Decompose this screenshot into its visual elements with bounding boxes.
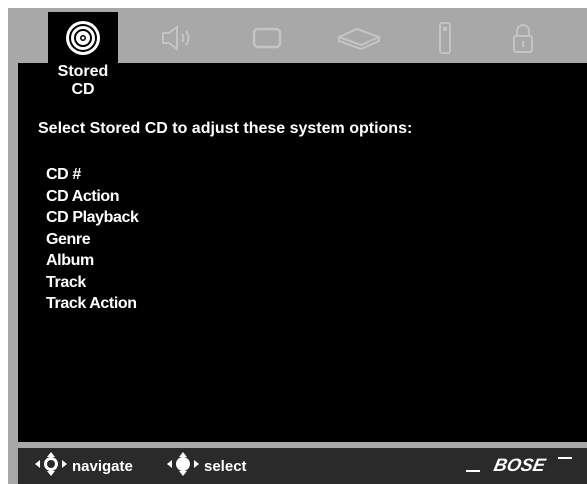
stored-cd-icon: [63, 18, 103, 58]
speaker-icon: [157, 23, 197, 53]
active-tab-label-line1: Stored: [57, 63, 109, 80]
option-album[interactable]: Album: [46, 250, 139, 272]
option-cd-action[interactable]: CD Action: [46, 186, 139, 208]
option-cd-playback[interactable]: CD Playback: [46, 207, 139, 229]
tab-media-center[interactable]: [332, 12, 386, 63]
bose-logo-text: BOSE: [492, 455, 548, 475]
lock-icon: [508, 21, 538, 55]
options-list: CD # CD Action CD Playback Genre Album T…: [46, 164, 139, 315]
option-track[interactable]: Track: [46, 272, 139, 294]
active-tab-label: Stored CD: [48, 63, 118, 101]
media-center-icon: [335, 23, 383, 53]
tab-display[interactable]: [240, 12, 294, 63]
option-track-action[interactable]: Track Action: [46, 293, 139, 315]
remote-icon: [430, 21, 460, 55]
navigate-label: navigate: [72, 457, 133, 475]
display-icon: [247, 23, 287, 53]
dpad-select-icon: [166, 451, 204, 481]
option-genre[interactable]: Genre: [46, 229, 139, 251]
bose-logo: BOSE: [466, 454, 572, 476]
page-heading: Select Stored CD to adjust these system …: [38, 120, 413, 137]
dpad-navigate-icon: [34, 451, 72, 481]
tab-stored-cd[interactable]: [48, 12, 118, 63]
navigate-hint: navigate: [34, 451, 133, 481]
select-label: select: [204, 457, 247, 475]
select-hint: select: [166, 451, 247, 481]
option-cd-number[interactable]: CD #: [46, 164, 139, 186]
tab-speaker[interactable]: [150, 12, 204, 63]
tab-lock[interactable]: [496, 12, 550, 63]
active-tab-label-line2: CD: [71, 81, 95, 98]
tab-remote[interactable]: [418, 12, 472, 63]
